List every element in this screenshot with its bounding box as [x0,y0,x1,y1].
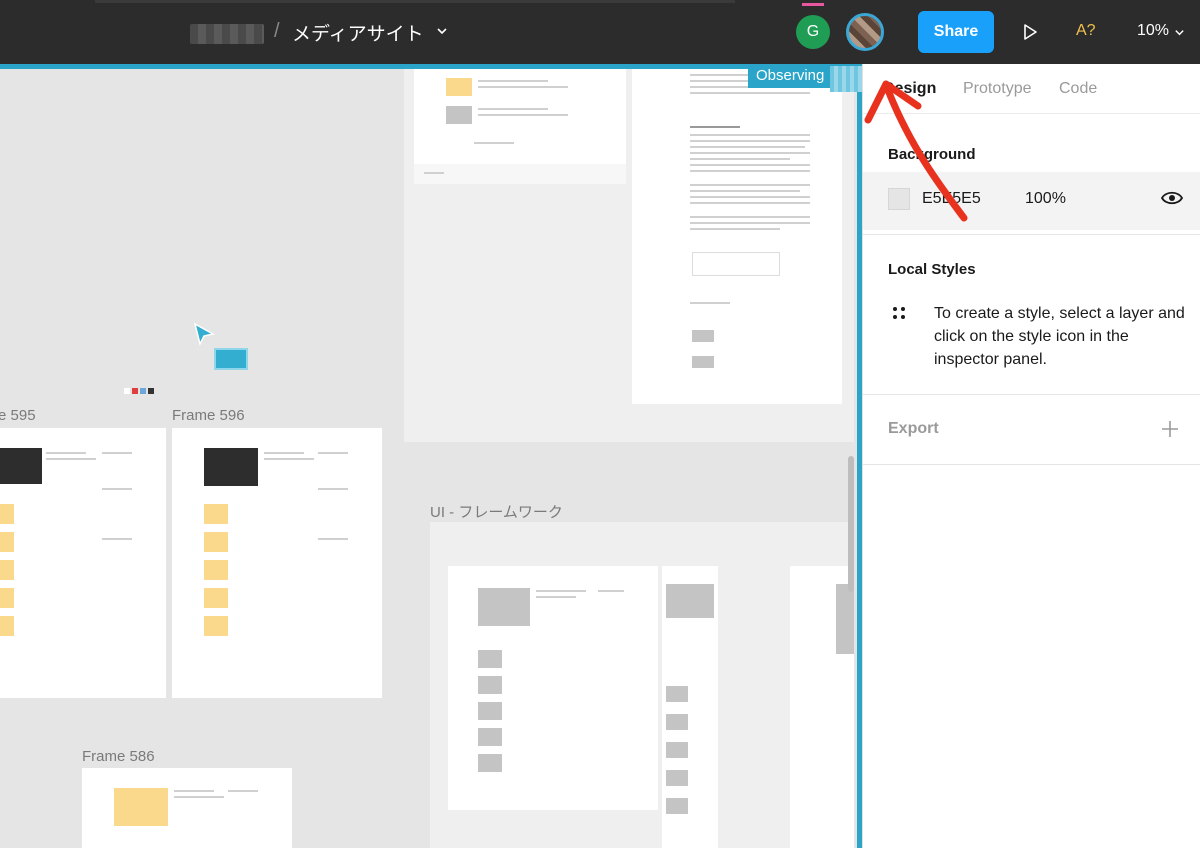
breadcrumb-separator: / [274,20,280,42]
toolbar: / メディアサイト G Share A? 10% [0,0,1200,64]
frame-586[interactable] [82,768,292,848]
canvas-scrollbar[interactable] [848,456,854,592]
background-hex-value[interactable]: E5E5E5 [922,190,981,208]
eye-icon[interactable] [1161,190,1183,206]
divider [863,394,1200,395]
export-section-title[interactable]: Export [888,420,939,438]
observing-user-redacted [830,66,862,92]
frame-thumbnail[interactable] [414,64,626,164]
frame-label[interactable]: UI - フレームワーク [430,501,563,522]
share-button[interactable]: Share [918,11,994,53]
tab-code[interactable]: Code [1059,80,1097,98]
chevron-down-icon[interactable] [436,25,448,37]
panel-tabs: Design Prototype Code [863,64,1200,114]
frame-thumbnail[interactable] [662,566,718,848]
cursor-icon [193,322,216,347]
local-styles-empty-message: To create a style, select a layer and cl… [934,305,1185,368]
tab-prototype[interactable]: Prototype [963,80,1031,98]
plus-icon[interactable] [1161,420,1179,438]
properties-panel: Design Prototype Code Background E5E5E5 … [862,64,1200,848]
styles-icon [893,307,905,319]
local-styles-title: Local Styles [888,261,976,278]
background-section-title: Background [888,146,976,163]
presence-indicator [802,3,824,6]
observed-user-avatar[interactable] [846,13,884,51]
background-color-swatch[interactable] [888,188,910,210]
chevron-down-icon[interactable] [1174,27,1185,38]
frame-thumbnail[interactable] [448,566,658,810]
observing-badge[interactable]: Observing [748,64,833,88]
frame-thumbnail[interactable] [632,64,842,404]
frame-595[interactable] [0,428,166,698]
background-opacity-value[interactable]: 100% [1025,190,1066,208]
frame-thumbnail[interactable] [414,164,626,184]
divider [863,234,1200,235]
file-name[interactable]: メディアサイト [292,19,424,46]
frame-label[interactable]: e 595 [0,407,36,424]
cursor-label [214,348,248,370]
tab-design[interactable]: Design [883,80,936,98]
divider [863,464,1200,465]
frame-thumbnail[interactable] [790,566,854,848]
present-play-icon[interactable] [1020,22,1040,42]
avatar[interactable]: G [796,15,830,49]
toolbar-strip [95,0,735,3]
frame-label[interactable]: Frame 586 [82,748,155,765]
color-swatches[interactable] [124,381,156,399]
zoom-level[interactable]: 10% [1137,22,1169,40]
project-name-redacted[interactable] [190,24,264,44]
canvas[interactable]: e 595 Frame 596 UI - フレームワーク Frame 586 [0,64,862,848]
frame-label[interactable]: Frame 596 [172,407,245,424]
accessibility-check-button[interactable]: A? [1076,22,1096,40]
frame-596[interactable] [172,428,382,698]
